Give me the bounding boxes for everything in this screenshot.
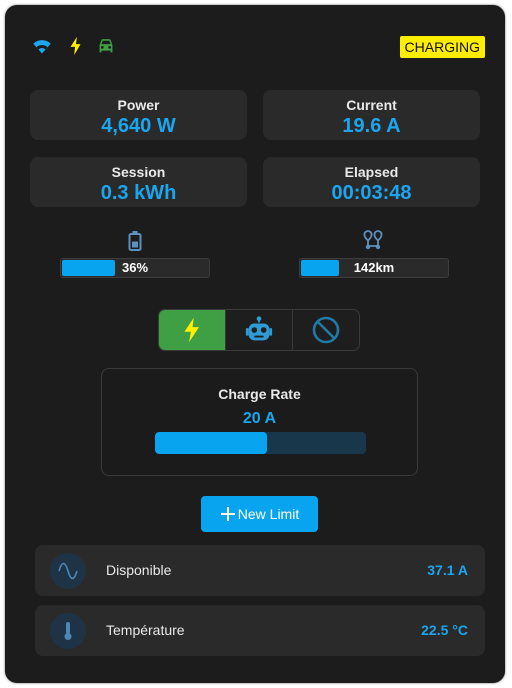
robot-icon <box>245 316 273 341</box>
charger-card: CHARGING Power 4,640 W Current 19.6 A Se… <box>5 5 505 683</box>
status-badge: CHARGING <box>399 36 485 58</box>
mode-stop-button[interactable] <box>293 310 359 350</box>
stat-label: Elapsed <box>344 164 399 180</box>
bolt-icon <box>70 36 81 56</box>
charge-rate-fill <box>155 432 267 454</box>
stat-current: Current 19.6 A <box>263 90 480 140</box>
stat-elapsed: Elapsed 00:03:48 <box>263 157 480 207</box>
stat-label: Current <box>346 97 397 113</box>
battery-text: 36% <box>121 260 149 275</box>
info-value: 22.5 °C <box>421 622 468 638</box>
battery-icon <box>128 231 142 251</box>
new-limit-button[interactable]: New Limit <box>201 496 318 532</box>
stat-session: Session 0.3 kWh <box>30 157 247 207</box>
charge-rate-title: Charge Rate <box>218 386 301 402</box>
battery-bar: 36% <box>60 258 210 278</box>
info-value: 37.1 A <box>427 562 468 578</box>
car-icon <box>99 39 113 53</box>
plus-icon <box>221 507 235 521</box>
stat-value: 4,640 W <box>101 115 176 137</box>
new-limit-label: New Limit <box>237 506 300 522</box>
stat-label: Session <box>111 164 166 180</box>
top-bar: CHARGING <box>31 35 487 61</box>
mode-auto-button[interactable] <box>226 310 293 350</box>
stat-value: 0.3 kWh <box>100 182 177 204</box>
stat-label: Power <box>117 97 160 113</box>
mode-fast-button[interactable] <box>159 310 226 350</box>
route-icon <box>363 230 383 250</box>
info-row-temperature: Température 22.5 °C <box>35 605 485 656</box>
charge-rate-slider[interactable] <box>155 432 366 454</box>
stat-value: 00:03:48 <box>331 182 412 204</box>
stat-value: 19.6 A <box>342 115 401 137</box>
range-text: 142km <box>353 260 395 275</box>
charge-rate-value: 20 A <box>242 410 277 427</box>
info-label: Température <box>106 622 185 638</box>
stat-power: Power 4,640 W <box>30 90 247 140</box>
bolt-icon <box>184 317 199 343</box>
info-label: Disponible <box>106 562 172 578</box>
charge-mode-selector <box>158 309 360 351</box>
range-bar: 142km <box>299 258 449 278</box>
sine-wave-icon <box>50 553 86 589</box>
charge-rate-panel: Charge Rate 20 A <box>101 368 418 476</box>
thermometer-icon <box>50 613 86 649</box>
block-icon <box>312 316 340 344</box>
wifi-icon <box>33 40 51 54</box>
info-row-disponible: Disponible 37.1 A <box>35 545 485 596</box>
